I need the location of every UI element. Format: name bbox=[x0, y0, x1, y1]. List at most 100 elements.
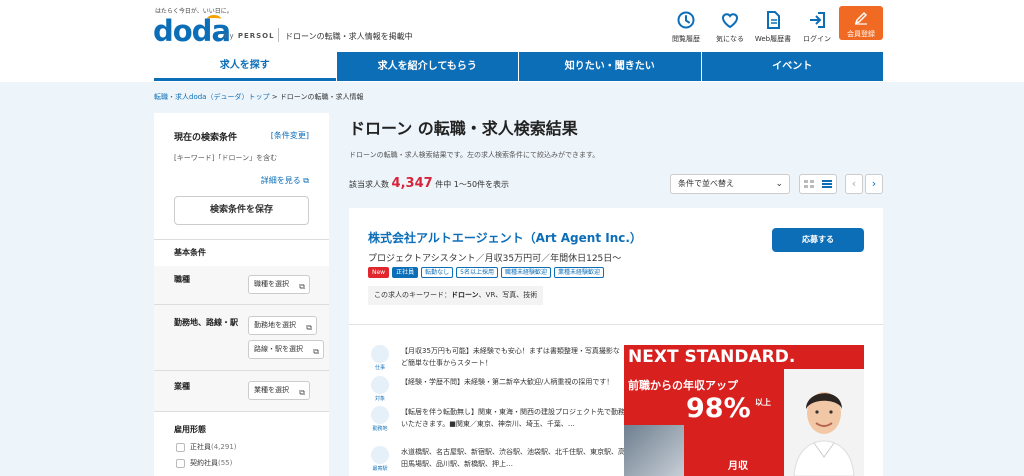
breadcrumb-current: ドローンの転職・求人情報 bbox=[279, 93, 364, 101]
banner-percent: 98% bbox=[686, 393, 751, 424]
external-link-icon: ⧉ bbox=[299, 388, 305, 397]
result-count-number: 4,347 bbox=[391, 176, 433, 191]
tag-new: New bbox=[368, 267, 390, 278]
result-count: 該当求人数 4,347 件中 1～50件を表示 bbox=[349, 176, 510, 191]
industry-label: 業種 bbox=[174, 382, 190, 391]
chevron-right-icon: › bbox=[871, 177, 877, 190]
list-view-icon bbox=[822, 180, 832, 188]
job-banner-image[interactable]: NEXT STANDARD. 前職からの年収アップ 98% 以上 月収 bbox=[624, 345, 864, 476]
tab-job-introduction[interactable]: 求人を紹介してもらう bbox=[335, 52, 518, 81]
tag-fulltime: 正社員 bbox=[392, 267, 419, 278]
building-photo bbox=[624, 425, 684, 476]
login-label: ログイン bbox=[803, 35, 831, 43]
divider bbox=[154, 411, 329, 412]
save-conditions-button[interactable]: 検索条件を保存 bbox=[174, 196, 309, 225]
logo-accent-icon bbox=[207, 15, 221, 23]
register-button[interactable]: 会員登録 bbox=[839, 6, 883, 40]
header-description: ドローンの転職・求人情報を掲載中 bbox=[285, 32, 413, 41]
view-toggle bbox=[799, 174, 837, 194]
tab-knowledge[interactable]: 知りたい・聞きたい bbox=[518, 52, 701, 81]
tag-occupation-inexperienced: 職種未経験歓迎 bbox=[500, 267, 551, 278]
login-icon bbox=[810, 12, 825, 28]
basic-conditions-title: 基本条件 bbox=[174, 248, 206, 257]
person-photo bbox=[784, 369, 864, 476]
tag-hiring-5plus: 5名以上採用 bbox=[456, 267, 498, 278]
train-icon: 最寄駅 bbox=[368, 446, 392, 472]
prev-page-button[interactable]: ‹ bbox=[845, 174, 863, 194]
apply-button[interactable]: 応募する bbox=[772, 228, 864, 252]
employment-type-title: 雇用形態 bbox=[174, 425, 206, 434]
job-keywords: この求人のキーワード：ドローン、VR、写真、技術 bbox=[368, 286, 544, 305]
current-conditions-title: 現在の検索条件 bbox=[174, 133, 238, 143]
briefcase-icon: 仕事 bbox=[368, 345, 392, 371]
tag-industry-inexperienced: 業種未経験歓迎 bbox=[553, 267, 604, 278]
login-link[interactable]: ログイン bbox=[797, 8, 837, 44]
header-divider bbox=[278, 28, 279, 42]
job-title: プロジェクトアシスタント／月収35万円可／年間休日125日～ bbox=[368, 254, 622, 264]
list-view-button[interactable] bbox=[818, 175, 836, 193]
feature-location-text: 【転居を伴う転勤無し】関東・東海・関西の建設プロジェクト先で勤務いただきます。■… bbox=[401, 408, 625, 428]
condition-industry: 業種 業種を選択 ⧉ bbox=[154, 371, 329, 411]
tab-search-jobs[interactable]: 求人を探す bbox=[154, 52, 336, 81]
checkbox[interactable] bbox=[176, 458, 185, 468]
grid-view-icon bbox=[804, 180, 814, 188]
checkbox[interactable] bbox=[176, 442, 185, 452]
grid-view-button[interactable] bbox=[800, 175, 818, 193]
feature-target-text: 【経験・学歴不問】未経験・第二新卒大歓迎/人柄重視の採用です！ bbox=[401, 378, 614, 386]
register-label: 会員登録 bbox=[847, 30, 875, 38]
document-icon bbox=[767, 11, 780, 29]
condition-location: 勤務地、路線・駅 勤務地を選択 ⧉ 路線・駅を選択 ⧉ bbox=[154, 305, 329, 370]
sort-select[interactable]: 条件で並べ替え ⌄ bbox=[670, 174, 790, 194]
banner-percent-suffix: 以上 bbox=[755, 398, 771, 407]
external-link-icon: ⧉ bbox=[306, 323, 312, 332]
clock-icon bbox=[677, 11, 695, 29]
divider bbox=[349, 324, 883, 325]
feature-work-text: 【月収35万円も可能】未経験でも安心！まずは書類整理・写真撮影など簡単な仕事から… bbox=[401, 347, 620, 367]
history-link[interactable]: 閲覧履歴 bbox=[666, 8, 706, 44]
select-industry-button[interactable]: 業種を選択 ⧉ bbox=[248, 381, 310, 400]
employment-fulltime-checkbox[interactable]: 正社員(4,291) bbox=[176, 442, 237, 452]
detail-link[interactable]: 詳細を見る ⧉ bbox=[261, 175, 309, 186]
select-location-button[interactable]: 勤務地を選択 ⧉ bbox=[248, 316, 317, 335]
breadcrumb: 転職・求人doda（デューダ）トップ > ドローンの転職・求人情報 bbox=[154, 92, 363, 102]
job-card: 株式会社アルトエージェント（Art Agent Inc.） 応募する プロジェク… bbox=[349, 208, 883, 476]
banner-subtitle: 前職からの年収アップ bbox=[628, 379, 738, 392]
external-link-icon: ⧉ bbox=[299, 282, 305, 291]
external-link-icon: ⧉ bbox=[313, 347, 319, 356]
occupation-label: 職種 bbox=[174, 275, 190, 284]
change-conditions-link[interactable]: [条件変更] bbox=[271, 130, 309, 141]
page-subtitle: ドローンの転職・求人検索結果です。左の求人検索条件にて絞込みができます。 bbox=[349, 151, 600, 159]
chevron-down-icon: ⌄ bbox=[775, 179, 783, 189]
pin-icon: 勤務地 bbox=[368, 406, 392, 432]
banner-title: NEXT STANDARD. bbox=[628, 347, 796, 367]
main-nav-tabs: 求人を探す 求人を紹介してもらう 知りたい・聞きたい イベント bbox=[154, 52, 883, 81]
pencil-icon bbox=[854, 11, 868, 25]
feature-station-text: 水道橋駅、名古屋駅、新宿駅、渋谷駅、池袋駅、北千住駅、東京駅、高田馬場駅、品川駅… bbox=[401, 448, 625, 468]
employment-contract-checkbox[interactable]: 契約社員(55) bbox=[176, 458, 232, 468]
heart-icon bbox=[721, 13, 739, 29]
persol-byline: by PERSOL bbox=[224, 32, 275, 40]
favorites-link[interactable]: 気になる bbox=[710, 8, 750, 44]
location-label: 勤務地、路線・駅 bbox=[174, 318, 238, 327]
breadcrumb-separator: > bbox=[271, 93, 278, 101]
page-title: ドローン の転職・求人検索結果 bbox=[349, 119, 578, 138]
favorites-label: 気になる bbox=[716, 35, 744, 43]
breadcrumb-home-link[interactable]: 転職・求人doda（デューダ）トップ bbox=[154, 93, 269, 101]
select-occupation-button[interactable]: 職種を選択 ⧉ bbox=[248, 275, 310, 294]
select-station-button[interactable]: 路線・駅を選択 ⧉ bbox=[248, 340, 324, 359]
divider bbox=[154, 239, 329, 240]
search-conditions-sidebar: 現在の検索条件 [条件変更] [キーワード]「ドローン」を含む 詳細を見る ⧉ … bbox=[154, 113, 329, 476]
person-icon: 対象 bbox=[368, 376, 392, 402]
tag-no-relocation: 転勤なし bbox=[421, 267, 454, 278]
keyword-condition: [キーワード]「ドローン」を含む bbox=[174, 154, 278, 162]
tab-events[interactable]: イベント bbox=[700, 52, 883, 81]
chevron-left-icon: ‹ bbox=[851, 177, 857, 190]
history-label: 閲覧履歴 bbox=[672, 35, 700, 43]
job-tags: New 正社員 転勤なし 5名以上採用 職種未経験歓迎 業種未経験歓迎 bbox=[368, 267, 604, 278]
company-name-link[interactable]: 株式会社アルトエージェント（Art Agent Inc.） bbox=[368, 229, 642, 246]
banner-tail: 月収 bbox=[728, 461, 748, 472]
next-page-button[interactable]: › bbox=[865, 174, 883, 194]
resume-label: Web履歴書 bbox=[754, 35, 792, 43]
external-link-icon: ⧉ bbox=[303, 176, 309, 185]
resume-link[interactable]: Web履歴書 bbox=[753, 8, 793, 44]
